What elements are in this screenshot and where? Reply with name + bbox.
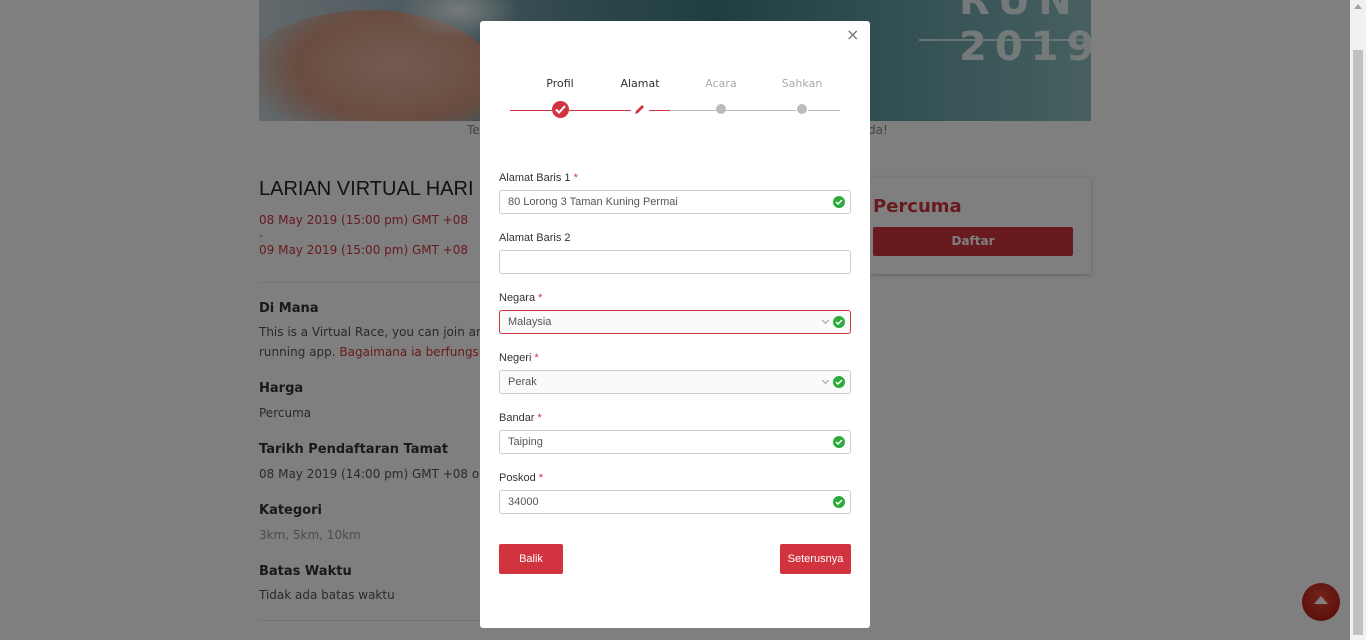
valid-check-icon xyxy=(833,496,845,508)
valid-check-icon xyxy=(833,196,845,208)
state-select[interactable]: Perak xyxy=(499,370,851,394)
scroll-up-arrow-icon[interactable] xyxy=(1354,4,1362,9)
country-label: Negara * xyxy=(499,292,543,304)
postcode-label: Poskod * xyxy=(499,472,544,484)
step-done-check-icon xyxy=(552,101,569,118)
pencil-icon xyxy=(635,105,644,114)
country-select[interactable]: Malaysia xyxy=(499,310,851,334)
city-input[interactable]: Taiping xyxy=(499,430,851,454)
step-pending-dot xyxy=(797,104,807,114)
address2-label: Alamat Baris 2 xyxy=(499,232,571,244)
address1-label: Alamat Baris 1 * xyxy=(499,172,578,184)
stepper-line xyxy=(670,110,716,111)
address2-input[interactable] xyxy=(499,250,851,274)
chevron-down-icon xyxy=(821,376,830,385)
valid-check-icon xyxy=(833,316,845,328)
chevron-down-icon xyxy=(821,316,830,325)
address1-input[interactable]: 80 Lorong 3 Taman Kuning Permai xyxy=(499,190,851,214)
page-scrollbar[interactable] xyxy=(1350,0,1366,640)
registration-modal: × Profil Alamat Acara Sahkan Alamat Bari… xyxy=(480,21,870,628)
scrollbar-thumb[interactable] xyxy=(1353,50,1363,635)
stepper-line xyxy=(726,110,796,111)
close-icon[interactable]: × xyxy=(846,25,859,44)
stepper-line xyxy=(510,110,552,111)
step-profile-label[interactable]: Profil xyxy=(520,77,600,90)
stepper-line xyxy=(649,110,670,111)
step-confirm-label: Sahkan xyxy=(781,77,823,90)
back-button[interactable]: Balik xyxy=(499,544,563,574)
step-pending-dot xyxy=(716,104,726,114)
city-label: Bandar * xyxy=(499,412,542,424)
valid-check-icon xyxy=(833,376,845,388)
step-address-label[interactable]: Alamat xyxy=(600,77,680,90)
step-event-label: Acara xyxy=(705,77,737,90)
state-label: Negeri * xyxy=(499,352,539,364)
next-button[interactable]: Seterusnya xyxy=(780,544,851,574)
stepper: Profil Alamat Acara Sahkan xyxy=(510,77,840,118)
stepper-line xyxy=(569,110,631,111)
valid-check-icon xyxy=(833,436,845,448)
postcode-input[interactable]: 34000 xyxy=(499,490,851,514)
stepper-line xyxy=(808,110,840,111)
